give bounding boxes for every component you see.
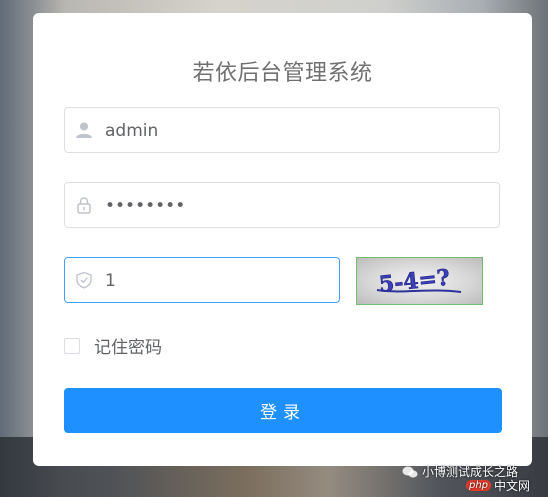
page-title: 若依后台管理系统 [192, 61, 373, 86]
username-input[interactable] [103, 116, 487, 146]
remember-label: 记住密码 [94, 338, 162, 358]
login-button[interactable]: 登录 [64, 388, 502, 433]
php-site-logo: php 中文网 [466, 477, 530, 494]
lock-icon [77, 197, 91, 214]
remember-checkbox[interactable] [64, 337, 80, 354]
php-badge: php [466, 480, 492, 491]
password-input[interactable] [103, 191, 487, 221]
remember-me[interactable]: 记住密码 [64, 333, 162, 358]
captcha-field[interactable] [64, 257, 340, 303]
password-field[interactable] [64, 182, 500, 228]
captcha-graphic: 5-4=? [376, 264, 462, 298]
captcha-input[interactable] [103, 266, 327, 296]
captcha-image[interactable]: 5-4=? [356, 257, 483, 305]
shield-icon [76, 271, 92, 289]
php-site-text: 中文网 [494, 479, 531, 493]
captcha-text: 5-4=? [378, 265, 451, 298]
login-card: 若依后台管理系统 5-4=? 记住密码 登录 [33, 13, 532, 466]
username-field[interactable] [64, 107, 500, 153]
user-icon [76, 122, 92, 138]
wechat-icon [402, 466, 418, 478]
